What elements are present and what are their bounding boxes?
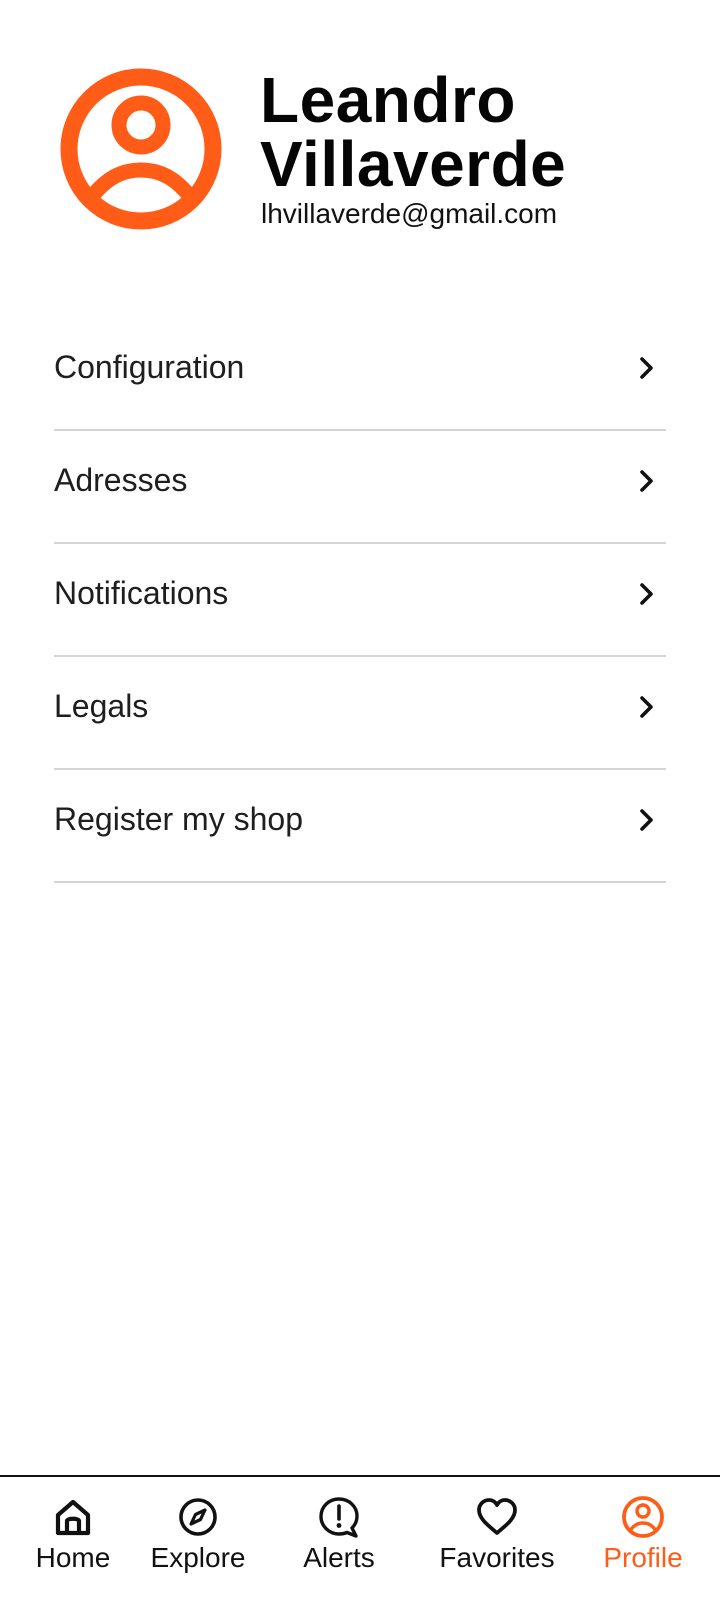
user-circle-icon[interactable]: [58, 66, 224, 232]
nav-label-favorites: Favorites: [439, 1542, 555, 1573]
menu-item-register-my-shop[interactable]: Register my shop: [54, 770, 666, 883]
settings-menu: Configuration Adresses Notifications Leg…: [54, 318, 666, 883]
nav-label-alerts: Alerts: [303, 1542, 375, 1573]
menu-item-legals[interactable]: Legals: [54, 657, 666, 770]
nav-item-home[interactable]: Home: [30, 1495, 116, 1595]
user-circle-icon: [621, 1495, 665, 1539]
profile-header: Leandro Villaverde lhvillaverde@gmail.co…: [58, 66, 678, 236]
compass-icon: [176, 1495, 220, 1539]
menu-item-label: Configuration: [54, 349, 245, 385]
home-icon: [51, 1495, 95, 1539]
menu-item-label: Adresses: [54, 462, 188, 498]
alert-bubble-icon: [317, 1495, 361, 1539]
chevron-right-icon: [636, 582, 658, 606]
chevron-right-icon: [636, 695, 658, 719]
nav-item-explore[interactable]: Explore: [146, 1495, 250, 1595]
profile-screen: Leandro Villaverde lhvillaverde@gmail.co…: [0, 0, 720, 1600]
nav-item-favorites[interactable]: Favorites: [426, 1495, 568, 1595]
menu-item-label: Legals: [54, 688, 149, 724]
nav-label-home: Home: [35, 1542, 111, 1573]
menu-item-label: Notifications: [54, 575, 229, 611]
menu-item-adresses[interactable]: Adresses: [54, 431, 666, 544]
nav-item-alerts[interactable]: Alerts: [294, 1495, 384, 1595]
menu-item-configuration[interactable]: Configuration: [54, 318, 666, 431]
nav-label-profile: Profile: [603, 1542, 683, 1573]
profile-name: Leandro Villaverde: [260, 64, 567, 200]
nav-item-profile[interactable]: Profile: [593, 1495, 693, 1595]
chevron-right-icon: [636, 808, 658, 832]
chevron-right-icon: [636, 469, 658, 493]
chevron-right-icon: [636, 356, 658, 380]
bottom-navigation: Home Explore Alerts Favorites Profile: [0, 1475, 720, 1600]
nav-label-explore: Explore: [150, 1542, 246, 1573]
menu-item-label: Register my shop: [54, 801, 303, 837]
heart-icon: [475, 1495, 519, 1539]
menu-item-notifications[interactable]: Notifications: [54, 544, 666, 657]
profile-email: lhvillaverde@gmail.com: [261, 198, 558, 229]
